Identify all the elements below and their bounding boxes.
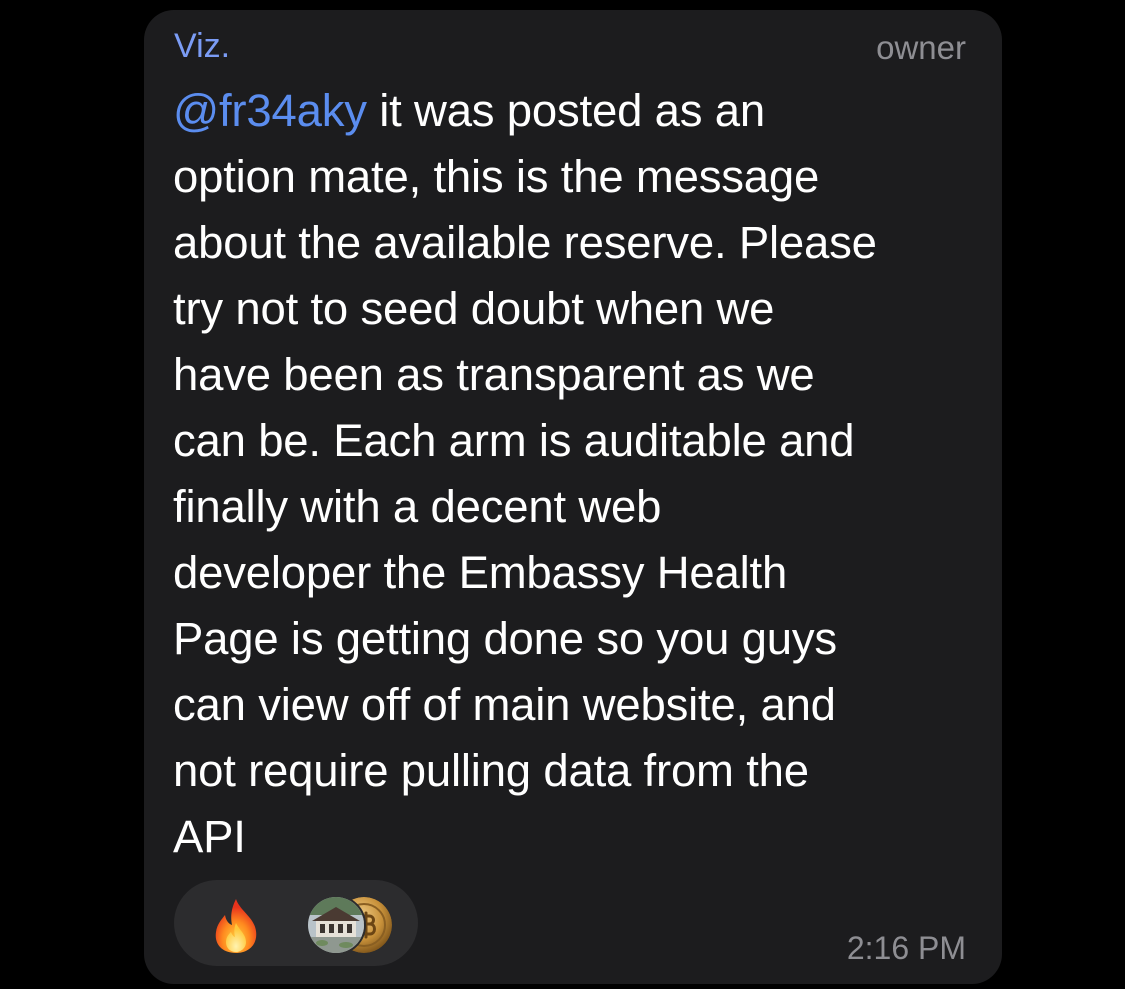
message-line: Page is getting done so you guys [173,613,837,664]
message-line: option mate, this is the message [173,151,820,202]
house-photo-icon [308,897,364,953]
message-line: not require pulling data from the [173,745,809,796]
house-photo-avatar[interactable] [306,895,366,955]
user-mention[interactable]: @fr34aky [173,85,367,136]
message-text: @fr34aky it was posted as an option mate… [173,78,983,870]
message-timestamp: 2:16 PM [846,930,966,966]
message-line: @fr34aky it was posted as an [173,78,983,144]
message-line: can view off of main website, and [173,679,836,730]
message-line: about the available reserve. Please [173,217,877,268]
fire-icon [215,899,257,953]
message-line: have been as transparent as we [173,349,815,400]
message-bubble[interactable]: Viz. owner @fr34aky it was posted as an … [144,10,1002,984]
message-line: try not to seed doubt when we [173,283,775,334]
message-line: API [173,811,246,862]
message-line-text: it was posted as an [366,85,765,136]
sender-name[interactable]: Viz. [174,26,230,66]
message-line: developer the Embassy Health [173,547,788,598]
reaction-pill[interactable] [174,880,418,966]
message-line: can be. Each arm is auditable and [173,415,855,466]
message-line: finally with a decent web [173,481,662,532]
sender-role-badge: owner [876,29,966,66]
